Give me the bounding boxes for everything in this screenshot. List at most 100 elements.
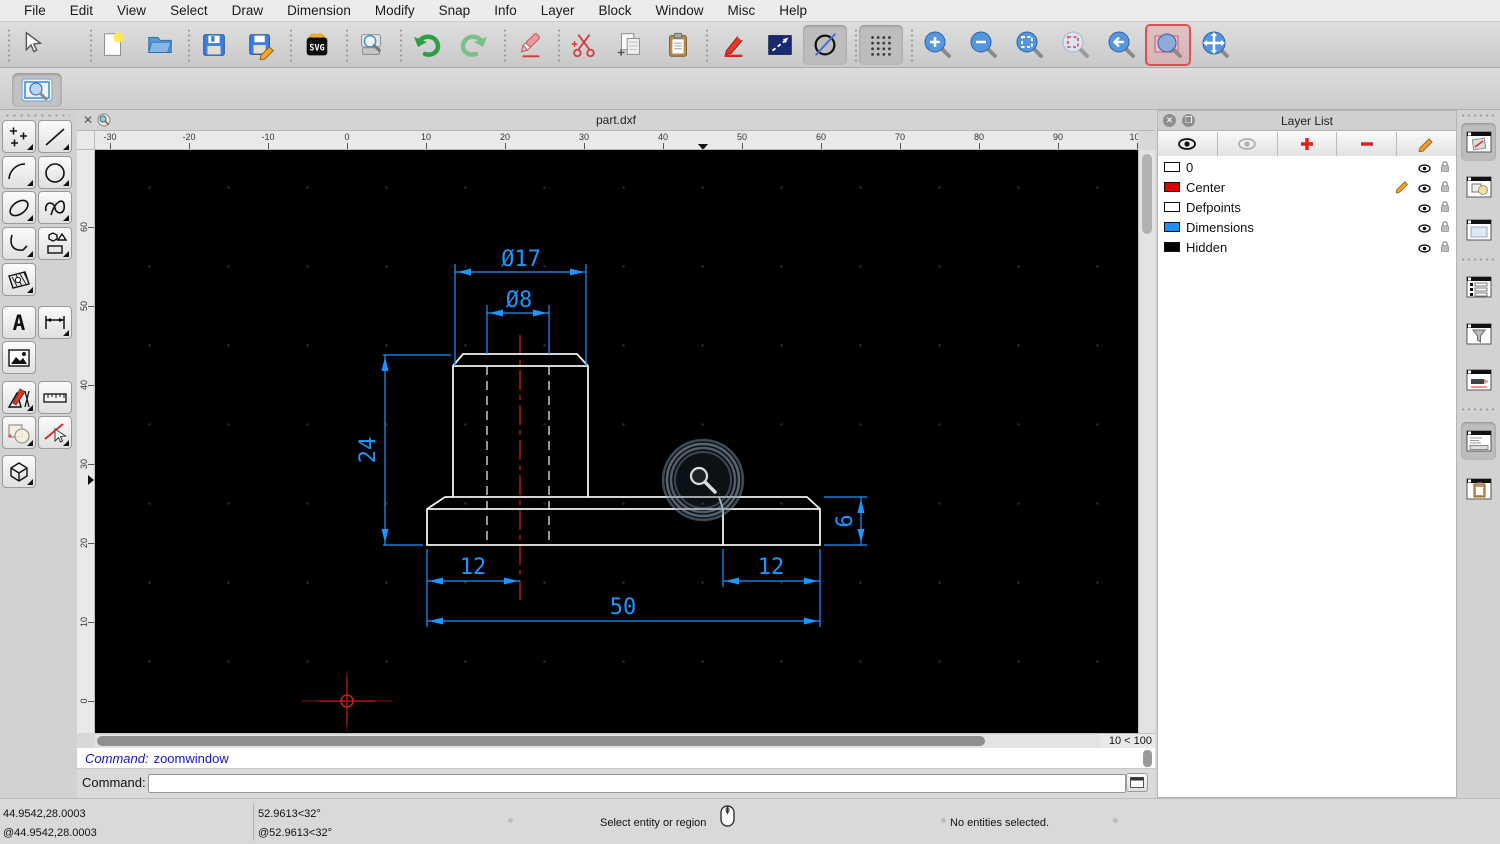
active-zoom-window-button[interactable] [12, 73, 62, 107]
command-history: Command: zoomwindow [77, 748, 1155, 769]
zoom-window-button[interactable] [1145, 24, 1191, 66]
menu-edit[interactable]: Edit [58, 0, 105, 22]
layer-panel-titlebar: ✕ ❐ Layer List [1158, 111, 1456, 131]
layer-color-swatch[interactable] [1164, 182, 1180, 192]
zoom-window-active-icon [21, 78, 53, 102]
layer-visible-icon[interactable] [1417, 241, 1432, 259]
points-tool[interactable] [2, 120, 36, 153]
menu-snap[interactable]: Snap [427, 0, 483, 22]
block-list-button[interactable] [1461, 168, 1496, 206]
add-layer-button[interactable] [1277, 132, 1338, 156]
layer-row-dimensions[interactable]: Dimensions [1158, 217, 1456, 237]
undo-button[interactable] [405, 25, 449, 65]
menu-modify[interactable]: Modify [363, 0, 427, 22]
new-file-button[interactable] [91, 25, 135, 65]
selection-filter-button[interactable] [1461, 315, 1496, 353]
save-button[interactable] [192, 25, 236, 65]
layer-list-button[interactable] [1461, 268, 1496, 306]
zoom-back-icon [1108, 31, 1135, 58]
delete-button[interactable] [508, 25, 552, 65]
edit-layer-button[interactable] [1397, 132, 1456, 156]
dimension-tool[interactable] [38, 306, 72, 339]
menu-misc[interactable]: Misc [716, 0, 768, 22]
command-options-button[interactable] [1461, 211, 1496, 249]
arc-tool[interactable] [2, 156, 36, 189]
layer-color-swatch[interactable] [1164, 242, 1180, 252]
menu-draw[interactable]: Draw [220, 0, 276, 22]
layer-row-defpoints[interactable]: Defpoints [1158, 197, 1456, 217]
modify-tool[interactable] [2, 416, 36, 449]
text-tool[interactable]: A [2, 306, 36, 339]
measure-tool[interactable] [38, 381, 72, 414]
layer-lock-icon[interactable] [1439, 180, 1451, 198]
drawing-canvas[interactable]: Ø17 Ø8 24 6 12 12 50 [95, 150, 1138, 733]
zoom-auto-button[interactable] [1007, 25, 1051, 65]
open-file-button[interactable] [138, 25, 182, 65]
vertical-scrollbar[interactable] [1138, 150, 1155, 733]
select-tool[interactable] [38, 416, 72, 449]
menu-dimension[interactable]: Dimension [275, 0, 363, 22]
grid-toggle-button[interactable] [859, 25, 903, 65]
cut-button[interactable] [561, 25, 605, 65]
layer-row-0[interactable]: 0 [1158, 157, 1456, 177]
image-tool[interactable] [2, 341, 36, 374]
pen-toolbar-button[interactable] [1461, 361, 1496, 399]
menu-view[interactable]: View [105, 0, 158, 22]
line-attributes-button[interactable] [758, 25, 802, 65]
menu-info[interactable]: Info [482, 0, 529, 22]
command-input[interactable] [148, 774, 1126, 793]
layer-row-center[interactable]: Center [1158, 177, 1456, 197]
layer-color-swatch[interactable] [1164, 162, 1180, 172]
circle-tool[interactable] [38, 156, 72, 189]
circle-line-button[interactable] [803, 25, 847, 65]
show-all-layers-button[interactable] [1158, 132, 1218, 156]
ellipse-tool[interactable] [2, 191, 36, 224]
layer-lock-icon[interactable] [1439, 220, 1451, 238]
layer-lock-icon[interactable] [1439, 240, 1451, 258]
print-preview-button[interactable] [349, 25, 393, 65]
vertical-scrollbar-thumb[interactable] [1142, 154, 1152, 234]
line-tool[interactable] [38, 120, 72, 153]
remove-layer-button[interactable] [1337, 132, 1398, 156]
clipboard-widget-button[interactable] [1461, 470, 1496, 508]
measure-ruler-icon [43, 392, 67, 403]
box-3d-tool[interactable] [2, 455, 36, 488]
hatch-tool[interactable] [2, 263, 36, 296]
layer-row-hidden[interactable]: Hidden [1158, 237, 1456, 257]
horizontal-scrollbar-thumb[interactable] [97, 736, 985, 746]
zoom-previous-button[interactable] [1053, 25, 1097, 65]
menu-file[interactable]: File [12, 0, 58, 22]
polyline-tool[interactable] [2, 227, 36, 260]
layer-lock-icon[interactable] [1439, 160, 1451, 178]
polygon-tool[interactable] [38, 227, 72, 260]
zoom-in-button[interactable] [915, 25, 959, 65]
draw-tools-group[interactable] [2, 381, 36, 414]
copy-button[interactable] [608, 25, 652, 65]
redo-button[interactable] [452, 25, 496, 65]
command-widget-button[interactable] [1461, 422, 1496, 460]
hide-all-layers-button[interactable] [1217, 132, 1278, 156]
save-as-button[interactable] [239, 25, 283, 65]
menu-window[interactable]: Window [644, 0, 716, 22]
arrow-cursor-button[interactable] [10, 25, 54, 65]
layer-color-swatch[interactable] [1164, 222, 1180, 232]
zoom-out-button[interactable] [961, 25, 1005, 65]
menu-block[interactable]: Block [587, 0, 644, 22]
layer-lock-icon[interactable] [1439, 200, 1451, 218]
relative-polar-coordinate: @52.9613<32° [258, 827, 332, 839]
menu-layer[interactable]: Layer [529, 0, 587, 22]
menu-help[interactable]: Help [767, 0, 819, 22]
layer-color-swatch[interactable] [1164, 202, 1180, 212]
draw-pen-button[interactable] [711, 25, 755, 65]
svg-export-button[interactable]: SVG [295, 25, 339, 65]
menu-select[interactable]: Select [158, 0, 220, 22]
zoom-pan-button[interactable] [1193, 25, 1237, 65]
zoom-back-button[interactable] [1099, 25, 1143, 65]
command-history-scrollbar[interactable] [1143, 750, 1152, 767]
palette-handle[interactable] [4, 114, 70, 117]
paste-button[interactable] [656, 25, 700, 65]
horizontal-scrollbar[interactable] [95, 733, 1100, 748]
spline-tool[interactable] [38, 191, 72, 224]
library-browser-button[interactable] [1461, 123, 1496, 161]
command-dock-button[interactable] [1126, 773, 1148, 792]
